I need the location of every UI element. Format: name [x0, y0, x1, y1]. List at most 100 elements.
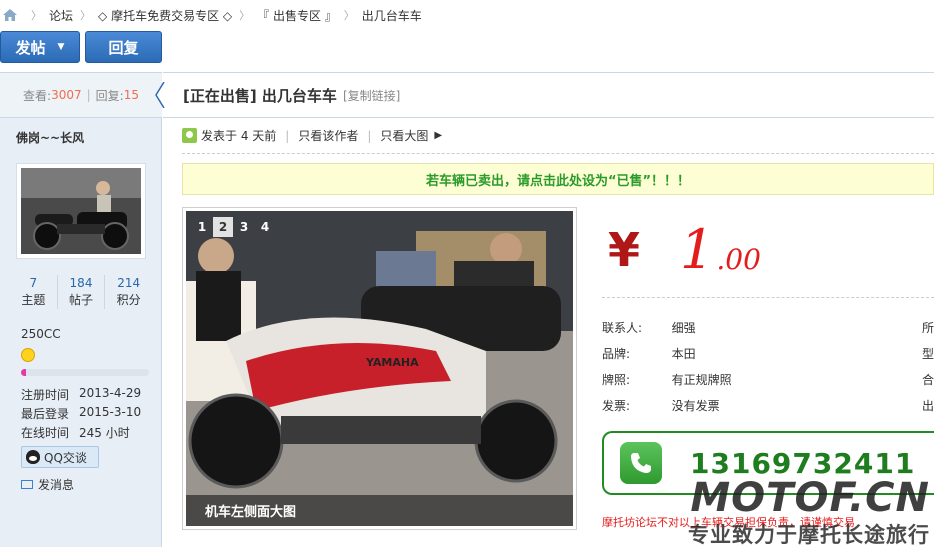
last-login-label: 最后登录	[21, 407, 70, 421]
gallery-photo[interactable]: YAMAHA 1234 机车左侧面大图	[186, 211, 573, 526]
posts-counter[interactable]: 184 帖子	[58, 275, 106, 309]
meta-divider: |	[367, 128, 372, 143]
spec-value: 没有发票	[671, 399, 720, 413]
qq-icon	[26, 450, 40, 464]
copy-link-button[interactable]: [复制链接]	[343, 87, 400, 104]
send-message-link[interactable]: 发消息	[21, 476, 74, 493]
big-image-link[interactable]: 只看大图	[380, 127, 428, 144]
online-user-icon	[182, 128, 197, 143]
points-label: 积分	[116, 293, 141, 307]
gallery-tab-4[interactable]: 4	[255, 217, 275, 237]
smile-icon	[21, 348, 35, 362]
user-group: 250CC	[21, 327, 61, 341]
spec-extra: 合	[921, 373, 934, 387]
author-counters: 7 主题 184 帖子 214 积分	[10, 275, 152, 309]
spec-key: 发票:	[602, 399, 631, 413]
only-author-link[interactable]: 只看该作者	[298, 127, 358, 144]
price-decimal: .00	[716, 242, 761, 276]
thread-title-bar: [正在出售] 出几台车车 [复制链接]	[163, 72, 934, 118]
posts-count: 184	[69, 276, 93, 290]
breadcrumb-sale-zone[interactable]: 『 出售专区 』	[257, 7, 337, 24]
online-time-value: 245 小时	[79, 426, 130, 440]
breadcrumb-current-thread[interactable]: 出几台车车	[362, 7, 422, 24]
author-sidebar: 查看: 3007 | 回复: 15 佛岗~~长风 7 主题 184 帖子 214…	[0, 72, 162, 547]
reply-button-label: 回复	[108, 38, 139, 57]
meta-divider: |	[285, 128, 290, 143]
avatar-image	[21, 168, 141, 254]
gallery-tab-1[interactable]: 1	[192, 217, 212, 237]
watermark-slogan: 专业致力于摩托长途旅行	[688, 523, 930, 547]
views-label: 查看:	[23, 88, 52, 103]
level-progress-bar	[21, 369, 149, 376]
price-box: ¥ 1 .00	[602, 213, 761, 287]
motorcycle-photo: YAMAHA	[186, 211, 573, 526]
qq-chat-button[interactable]: QQ交谈	[21, 446, 99, 468]
spec-row: 联系人: 细强 所	[602, 319, 934, 336]
spec-row: 发票: 没有发票 出	[602, 397, 934, 414]
posted-time: 发表于 4 天前	[201, 129, 277, 143]
spec-extra: 出	[921, 399, 934, 413]
gallery-caption: 机车左侧面大图	[186, 495, 573, 526]
spec-row: 品牌: 本田 型	[602, 345, 934, 362]
post-button-label: 发帖	[15, 38, 46, 57]
reply-button[interactable]: 回复	[85, 31, 162, 63]
spec-row: 牌照: 有正规牌照 合	[602, 371, 934, 388]
mark-sold-notice[interactable]: 若车辆已卖出，请点击此处设为“已售”！！！	[182, 163, 934, 195]
topics-label: 主题	[21, 293, 46, 307]
caret-down-icon[interactable]: ▼	[58, 42, 65, 52]
svg-text:¥: ¥	[608, 226, 640, 274]
breadcrumb: 〉 论坛 〉 ◇ 摩托车免费交易专区 ◇ 〉 『 出售专区 』 〉 出几台车车	[0, 0, 934, 30]
post-meta: 发表于 4 天前 | 只看该作者 | 只看大图 ▶	[182, 127, 442, 144]
online-time-row: 在线时间 245 小时	[21, 424, 130, 441]
thread-stats: 查看: 3007 | 回复: 15	[0, 72, 162, 118]
views-count: 3007	[51, 88, 82, 102]
breadcrumb-separator: 〉	[31, 9, 42, 22]
page-title: [正在出售] 出几台车车	[183, 86, 337, 105]
breadcrumb-trade-zone[interactable]: ◇ 摩托车免费交易专区 ◇	[98, 7, 232, 24]
spec-extra: 所	[921, 321, 934, 335]
send-message-label: 发消息	[38, 478, 75, 492]
spec-value: 有正规牌照	[671, 373, 732, 387]
mail-icon	[21, 480, 33, 489]
breadcrumb-separator: 〉	[343, 9, 355, 22]
replies-label: 回复:	[95, 88, 124, 103]
play-arrow-icon[interactable]: ▶	[434, 130, 442, 141]
divider	[602, 297, 934, 298]
avatar-motorcycle-icon	[21, 168, 141, 254]
watermark-brand: MOTOF.CN	[690, 475, 930, 521]
author-name[interactable]: 佛岗~~长风	[16, 129, 84, 146]
register-label: 注册时间	[21, 388, 70, 402]
topics-counter[interactable]: 7 主题	[10, 275, 58, 309]
breadcrumb-separator: 〉	[239, 9, 251, 22]
spec-value: 细强	[671, 321, 696, 335]
spec-key: 牌照:	[602, 373, 631, 387]
register-time: 2013-4-29	[79, 386, 142, 400]
breadcrumb-separator: 〉	[80, 9, 92, 22]
spec-value: 本田	[671, 347, 696, 361]
svg-text:YAMAHA: YAMAHA	[365, 356, 419, 369]
online-time-label: 在线时间	[21, 426, 70, 440]
divider	[182, 153, 934, 154]
spec-key: 联系人:	[602, 321, 643, 335]
post-button[interactable]: 发帖 ▼	[0, 31, 80, 63]
points-counter[interactable]: 214 积分	[105, 275, 152, 309]
topics-count: 7	[29, 276, 38, 290]
last-login-row: 最后登录 2015-3-10	[21, 405, 141, 422]
gallery-tab-2[interactable]: 2	[213, 217, 233, 237]
yen-icon: ¥	[602, 226, 646, 274]
level-progress-fill	[21, 369, 27, 376]
replies-count: 15	[123, 88, 139, 102]
home-icon[interactable]	[2, 8, 18, 22]
qq-chat-label: QQ交谈	[44, 450, 87, 465]
breadcrumb-forum[interactable]: 论坛	[49, 7, 73, 24]
spec-key: 品牌:	[602, 347, 631, 361]
avatar[interactable]	[16, 163, 146, 259]
gallery-tab-3[interactable]: 3	[234, 217, 254, 237]
stats-divider: |	[86, 88, 91, 102]
points-count: 214	[117, 276, 141, 290]
posts-label: 帖子	[69, 293, 94, 307]
breadcrumb-trade-zone-label: 摩托车免费交易专区	[111, 8, 220, 23]
photo-gallery[interactable]: YAMAHA 1234 机车左侧面大图	[182, 207, 577, 530]
gallery-tabs: 1234	[192, 217, 276, 237]
last-login-time: 2015-3-10	[79, 405, 142, 419]
